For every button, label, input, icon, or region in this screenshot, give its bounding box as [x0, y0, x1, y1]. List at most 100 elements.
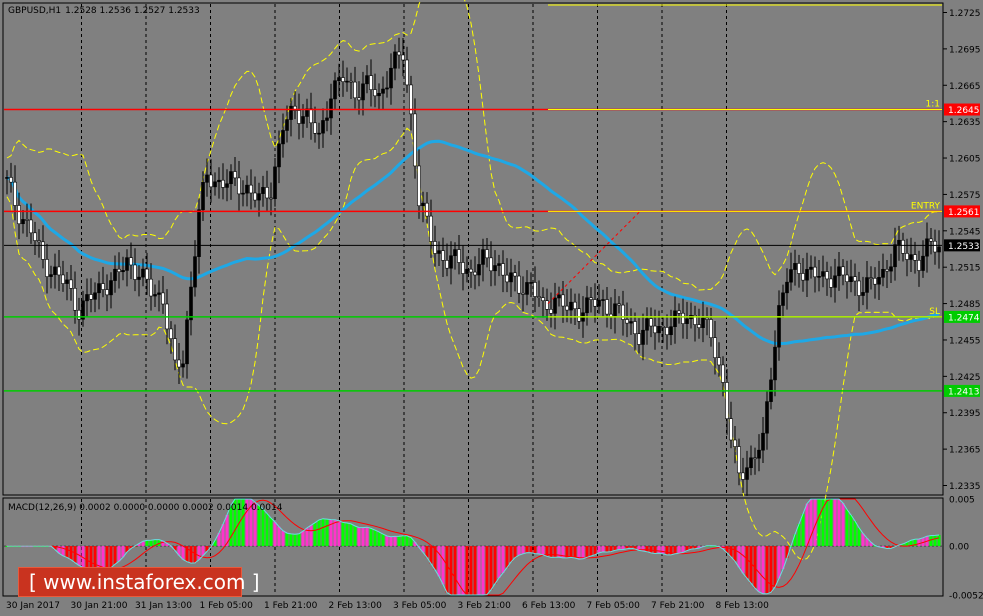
candle-body	[461, 262, 465, 274]
candle-body	[89, 294, 93, 300]
candle-body	[773, 346, 777, 381]
macd-bar	[109, 546, 113, 568]
candle-body	[809, 266, 813, 270]
candle-body	[757, 449, 761, 459]
price-tick-label: 1.2545	[949, 227, 981, 237]
time-label: 6 Feb 13:00	[522, 601, 576, 611]
candle-body	[573, 301, 577, 310]
candle-body	[117, 268, 121, 273]
macd-bar	[605, 546, 609, 552]
time-label: 8 Feb 13:00	[716, 601, 770, 611]
candle-body	[337, 77, 341, 82]
candle-body	[877, 277, 881, 285]
time-label: 7 Feb 21:00	[651, 601, 705, 611]
bollinger-upper	[6, 0, 940, 291]
candle-body	[413, 113, 417, 167]
candle-body	[545, 300, 549, 310]
candle-body	[329, 98, 333, 119]
candle-body	[197, 209, 201, 257]
macd-bar	[617, 546, 621, 550]
candle-body	[889, 266, 893, 272]
candle-body	[473, 271, 477, 276]
macd-bar	[841, 503, 845, 547]
candle-body	[489, 257, 493, 272]
candle-body	[717, 357, 721, 366]
macd-bar	[289, 533, 293, 547]
candle-body	[145, 268, 149, 280]
candle-body	[913, 254, 917, 261]
candle-body	[681, 312, 685, 324]
price-tick-label: 1.2575	[949, 191, 981, 201]
macd-bar	[517, 546, 521, 556]
ma-line	[6, 139, 940, 345]
candle-body	[405, 59, 409, 86]
price-tag-text: 1.2561	[948, 208, 980, 218]
macd-bar	[765, 546, 769, 594]
candle-body	[817, 276, 821, 278]
macd-bar	[773, 546, 777, 588]
macd-bar	[589, 546, 593, 557]
macd-bar	[269, 517, 273, 547]
candle-body	[241, 192, 245, 195]
macd-bar	[361, 527, 365, 547]
candle-body	[557, 294, 561, 299]
macd-bar	[497, 546, 501, 578]
macd-bar	[345, 523, 349, 547]
macd-bar	[597, 546, 601, 553]
candle-body	[753, 457, 757, 460]
macd-bar	[601, 546, 605, 552]
macd-bar	[353, 526, 357, 547]
macd-tick-label: 0.005	[949, 496, 975, 506]
candle-body	[149, 278, 153, 297]
candle-body	[209, 174, 213, 188]
candle-body	[5, 177, 9, 179]
price-tick-label: 1.2365	[949, 446, 981, 456]
macd-bar	[741, 546, 745, 574]
candle-body	[885, 268, 889, 272]
candle-body	[41, 241, 45, 260]
macd-bar	[457, 546, 461, 595]
candle-body	[253, 192, 257, 201]
watermark-logo: [ www.instaforex.com ]	[18, 567, 260, 597]
candle-body	[617, 303, 621, 306]
time-label: 30 Jan 21:00	[71, 601, 128, 611]
candle-body	[325, 117, 329, 121]
candle-body	[233, 171, 237, 179]
candle-body	[369, 75, 373, 90]
macd-bar	[189, 546, 193, 564]
candle-body	[141, 268, 145, 278]
candle-body	[53, 266, 57, 275]
candle-body	[449, 255, 453, 269]
macd-bar	[393, 536, 397, 547]
candle-body	[585, 297, 589, 314]
macd-bar	[321, 518, 325, 547]
candle-body	[453, 249, 457, 257]
candle-body	[49, 274, 53, 277]
level-entry: 1.2561 ENTRY	[4, 201, 980, 218]
macd-bar	[653, 546, 657, 554]
macd-bar	[85, 546, 89, 570]
candle-body	[605, 299, 609, 315]
macd-bar	[441, 546, 445, 585]
macd-bar	[661, 546, 665, 554]
macd-bar	[273, 522, 277, 547]
candle-body	[133, 264, 137, 280]
candle-body	[597, 299, 601, 307]
candle-body	[69, 279, 73, 289]
chart-canvas[interactable]: 1.2645 1:1 1.2561 ENTRY 1.2533 1.2474 SL 1.2413…	[0, 0, 983, 616]
candle-body	[297, 110, 301, 124]
candle-body	[65, 279, 69, 284]
macd-header: MACD(12,26,9) 0.0002 0.0000 0.0000 0.000…	[8, 503, 283, 513]
macd-bar	[445, 546, 449, 593]
candle-body	[257, 193, 261, 201]
candle-body	[937, 246, 941, 253]
macd-bar	[397, 536, 401, 547]
macd-bar	[337, 520, 341, 547]
macd-bar	[325, 519, 329, 547]
candle-body	[497, 263, 501, 266]
candle-body	[721, 364, 725, 383]
candle-body	[653, 325, 657, 334]
candle-body	[637, 333, 641, 345]
candle-body	[361, 83, 365, 101]
macd-bar	[389, 536, 393, 547]
